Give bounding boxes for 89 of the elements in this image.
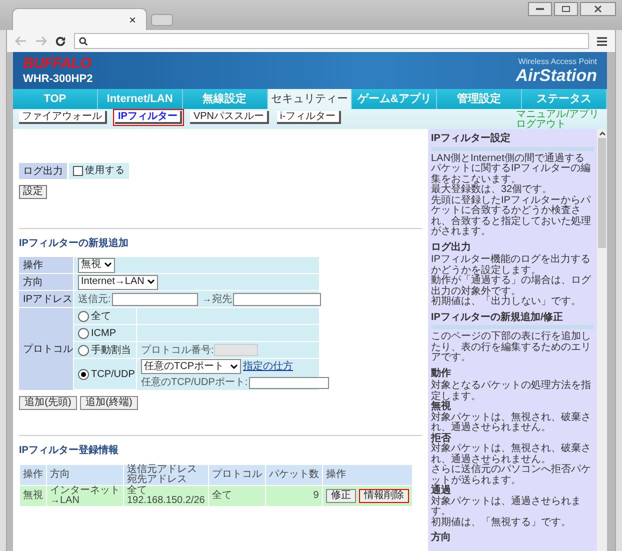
model-name: WHR-300HP2	[23, 74, 93, 85]
radio-label: ICMP	[91, 326, 116, 340]
help-text: 初期値は、「無視する」です。	[431, 518, 572, 528]
product-logo: AirStation	[516, 66, 597, 84]
help-text: このページの下部の表に行を追加したり、表の行を編集するためのエリアです。	[431, 332, 592, 364]
table-cell: 全て 192.168.150.2/26	[124, 486, 208, 506]
add-button[interactable]: 追加(先頭)	[19, 396, 77, 410]
input-field[interactable]	[232, 292, 321, 306]
help-heading: IPフィルターの新規追加/修正	[431, 312, 564, 323]
search-icon	[79, 36, 88, 46]
section-title: IPフィルター登録情報	[19, 444, 120, 458]
tagline: Wireless Access Point	[518, 58, 597, 66]
row-button[interactable]: 修正	[326, 489, 356, 503]
reload-icon[interactable]	[55, 36, 66, 46]
sub-tab[interactable]: VPNパススルー	[188, 109, 272, 126]
help-heading: IPフィルター設定	[431, 134, 512, 144]
port-select[interactable]: 任意のTCPポート	[141, 359, 241, 374]
chevron-down-icon	[147, 279, 156, 285]
table-cell: 9	[266, 486, 322, 506]
help-text: 先頭に登録したIPフィルターからパケットに合致するかどうか検査され、合致すると指定しておいた処理がされます。	[431, 196, 592, 238]
add-button[interactable]: 追加(終端)	[80, 396, 138, 410]
new-tab-button[interactable]	[151, 14, 173, 26]
help-heading: 動作	[431, 368, 452, 379]
nav-tab[interactable]: セキュリティー	[268, 89, 352, 109]
radio-label: 手動割当	[91, 344, 131, 358]
column-header: 方向	[47, 465, 123, 485]
checkbox-option[interactable]: 使用する	[69, 163, 129, 179]
minimize-button[interactable]	[528, 2, 552, 16]
column-header: プロトコル	[208, 465, 265, 485]
scroll-up-icon	[598, 131, 606, 136]
help-text: 対象となるパケットの処理方法を指定します。	[431, 381, 592, 402]
help-heading: ログ出力	[431, 242, 472, 253]
field-label: 方向	[19, 274, 73, 290]
help-term: 通過	[431, 486, 452, 496]
tab-close-button[interactable]: ×	[128, 14, 136, 26]
help-term: 拒否	[431, 434, 451, 444]
browser-tab[interactable]: ×	[12, 8, 147, 30]
help-text: 対象パケットは、無視され、破棄され、通過させられません。	[431, 412, 592, 433]
help-text: IPフィルター機能のログを出力するかどうかを設定します。	[431, 255, 590, 276]
scrollbar[interactable]	[597, 129, 607, 551]
scrollbar-thumb[interactable]	[598, 138, 606, 248]
field-label: 送信元:	[78, 292, 111, 306]
brand-logo: BUFFALO	[23, 56, 92, 71]
chevron-down-icon	[104, 262, 112, 268]
set-button[interactable]: 設定	[19, 185, 47, 199]
menu-icon[interactable]	[597, 36, 607, 46]
sub-tab[interactable]: IPフィルター	[113, 109, 184, 126]
maximize-button[interactable]	[554, 2, 578, 16]
input-field[interactable]	[248, 376, 329, 388]
column-header: 送信元アドレス宛先アドレス	[124, 465, 208, 485]
address-bar[interactable]	[74, 33, 589, 49]
close-button[interactable]	[580, 2, 616, 16]
field-label: プロトコル	[19, 308, 73, 390]
help-text: 対象パケットは、通過させられます。	[431, 496, 582, 517]
radio-button[interactable]	[78, 310, 89, 322]
help-term: 無視	[431, 402, 452, 412]
radio-button[interactable]	[78, 328, 89, 338]
close-icon	[594, 5, 602, 13]
field-label: →宛先	[202, 292, 232, 306]
help-heading: 方向	[431, 533, 452, 544]
section-title: IPフィルターの新規追加	[19, 236, 130, 251]
table-cell: 全て	[208, 486, 265, 506]
table-cell: インターネット →LAN	[47, 486, 123, 506]
field-label: 操作	[19, 257, 73, 273]
help-text: LAN側とInternet側の間で通過するパケットに関するIPフィルターの編集をおこないます。	[431, 154, 592, 184]
direction-select[interactable]: Internet→LAN	[78, 274, 158, 290]
column-header: 操作	[322, 465, 412, 485]
row-button[interactable]: 情報削除	[358, 489, 409, 503]
help-text: 最大登録数は、32個です。	[431, 185, 554, 195]
action-select[interactable]: 無視	[78, 258, 115, 272]
help-link[interactable]: 指定の仕方	[243, 359, 293, 374]
help-text: 初期値は、「出力しない」です。	[431, 297, 582, 308]
field-label: プロトコル番号:	[141, 344, 214, 358]
table-cell: 無視	[20, 486, 46, 506]
radio-button[interactable]	[78, 368, 89, 380]
help-text: 対象パケットは、無視され、破棄され、通過させられません。	[431, 444, 592, 464]
field-label: ログ出力	[19, 163, 67, 179]
chevron-down-icon	[230, 364, 238, 370]
column-header: パケット数	[266, 465, 322, 485]
input-field[interactable]	[112, 292, 198, 306]
sub-tab[interactable]: i-フィルター	[275, 109, 343, 126]
sub-tab[interactable]: ファイアウォール	[17, 109, 109, 126]
radio-label: TCP/UDP	[91, 368, 135, 382]
help-text: さらに送信元のパソコンへ拒否パケットが送られます。	[431, 465, 592, 486]
column-header: 操作	[20, 465, 46, 485]
field-label: 任意のTCP/UDPポート:	[141, 376, 248, 390]
help-text: 動作が「通過する」の場合は、ログ出力の対象外です。	[431, 276, 592, 296]
radio-label: 全て	[91, 310, 111, 324]
field-label: IPアドレス	[19, 291, 73, 307]
